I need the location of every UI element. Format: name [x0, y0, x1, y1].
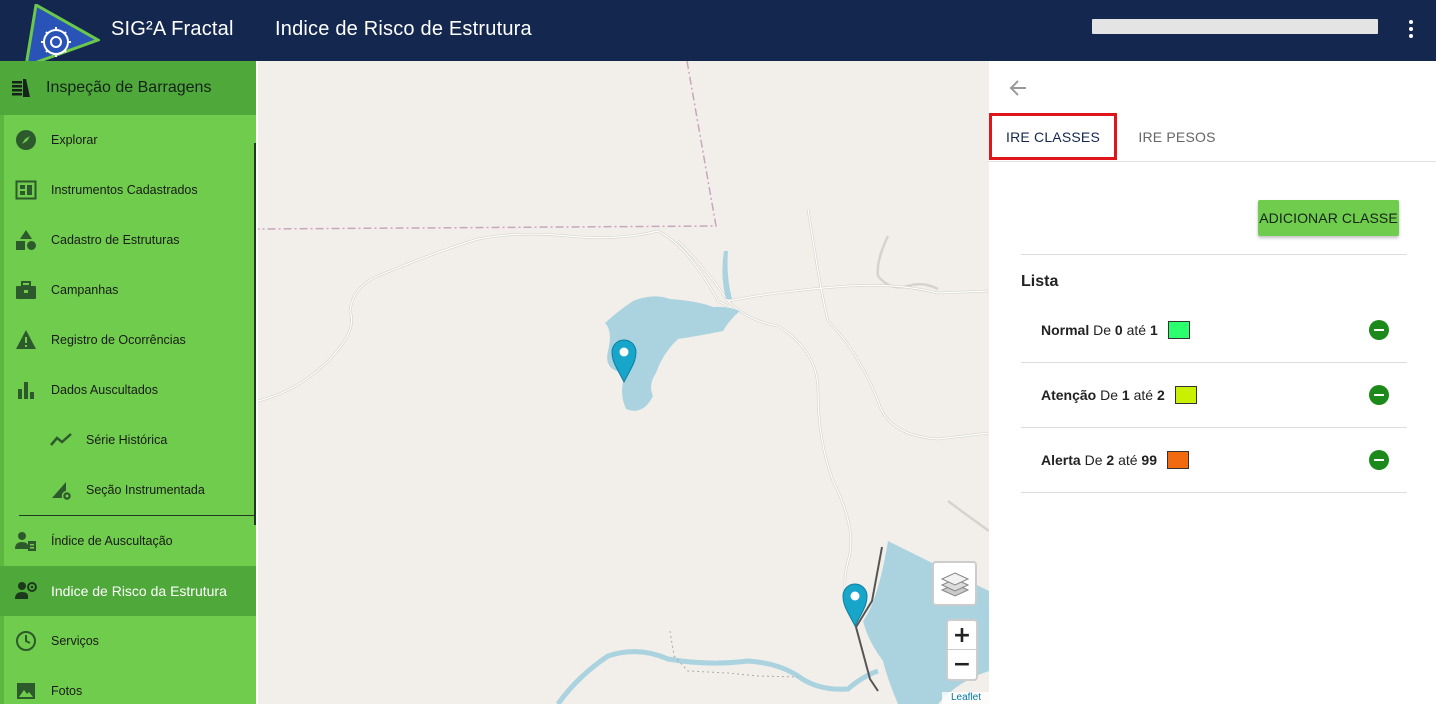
class-color-swatch: [1167, 451, 1189, 469]
sidebar-item-label: Dados Auscultados: [51, 383, 159, 397]
zoom-out-button[interactable]: −: [948, 650, 976, 679]
zoom-control: + −: [946, 619, 978, 681]
map-view[interactable]: + − Leaflet: [258, 61, 989, 704]
dashboard-icon: [15, 179, 37, 201]
class-description: Alerta De 2 até 99: [1041, 451, 1189, 469]
sidebar-item-secao-instrumentada[interactable]: Seção Instrumentada: [0, 465, 256, 515]
sidebar-item-servicos[interactable]: Serviços: [0, 616, 256, 666]
class-description: Normal De 0 até 1: [1041, 321, 1190, 339]
map-canvas: [258, 61, 989, 704]
sidebar-item-indice-risco[interactable]: Indice de Risco da Estrutura: [0, 566, 256, 616]
sidebar-item-label: Índice de Auscultação: [51, 534, 173, 548]
engineer-clipboard-icon: [15, 530, 37, 552]
page-title: Indice de Risco de Estrutura: [275, 18, 532, 40]
class-description: Atenção De 1 até 2: [1041, 386, 1197, 404]
image-icon: [15, 680, 37, 702]
bar-chart-icon: [15, 379, 37, 401]
sidebar-item-label: Registro de Ocorrências: [51, 333, 186, 347]
class-de-text: De: [1100, 387, 1119, 403]
sidebar-section-title: Inspeção de Barragens: [46, 79, 212, 96]
user-info-redacted: [1092, 19, 1378, 34]
sidebar-item-explorar[interactable]: Explorar: [0, 115, 256, 165]
sidebar-item-fotos[interactable]: Fotos: [0, 666, 256, 704]
sidebar-item-campanhas[interactable]: Campanhas: [0, 265, 256, 315]
tab-bar: IRE CLASSES IRE PESOS: [989, 113, 1436, 162]
remove-class-button[interactable]: [1369, 450, 1389, 470]
minus-icon: [1374, 458, 1384, 462]
sidebar: Inspeção de Barragens Explorar Instrumen…: [0, 61, 256, 704]
sidebar-section-header[interactable]: Inspeção de Barragens: [0, 61, 256, 115]
class-ate-text: até: [1126, 322, 1147, 338]
sidebar-item-label: Fotos: [51, 684, 83, 698]
map-marker: [842, 583, 868, 628]
class-ate-text: até: [1133, 387, 1154, 403]
ire-panel: IRE CLASSES IRE PESOS ADICIONAR CLASSE L…: [989, 61, 1436, 704]
layers-button[interactable]: [932, 561, 977, 606]
ruler-gear-icon: [50, 479, 72, 501]
layers-icon: [940, 571, 969, 597]
class-from: 1: [1121, 387, 1130, 403]
divider: [1021, 254, 1407, 255]
trend-line-icon: [50, 429, 72, 451]
class-name: Alerta: [1041, 452, 1081, 468]
sidebar-item-ocorrencias[interactable]: Registro de Ocorrências: [0, 315, 256, 365]
sidebar-item-label: Explorar: [51, 133, 98, 147]
app-title: SIG²A Fractal: [111, 18, 234, 40]
remove-class-button[interactable]: [1369, 385, 1389, 405]
sidebar-item-label: Seção Instrumentada: [86, 483, 205, 497]
sidebar-item-label: Série Histórica: [86, 433, 168, 447]
class-row-atencao: Atenção De 1 até 2: [1021, 363, 1407, 428]
sidebar-item-indice-auscultacao[interactable]: Índice de Auscultação: [0, 516, 256, 566]
sidebar-item-label: Instrumentos Cadastrados: [51, 183, 198, 197]
class-to: 99: [1141, 452, 1157, 468]
tab-ire-pesos[interactable]: IRE PESOS: [1117, 113, 1237, 161]
class-from: 2: [1106, 452, 1115, 468]
sidebar-item-label: Indice de Risco da Estrutura: [51, 583, 227, 599]
class-row-alerta: Alerta De 2 até 99: [1021, 428, 1407, 493]
remove-class-button[interactable]: [1369, 320, 1389, 340]
engineer-settings-icon: [15, 580, 37, 602]
class-from: 0: [1114, 322, 1123, 338]
minus-icon: [1374, 393, 1384, 397]
tab-ire-classes[interactable]: IRE CLASSES: [989, 113, 1117, 160]
dam-icon: [12, 79, 30, 97]
sidebar-item-instrumentos[interactable]: Instrumentos Cadastrados: [0, 165, 256, 215]
sidebar-item-dados-auscultados[interactable]: Dados Auscultados: [0, 365, 256, 415]
class-to: 2: [1156, 387, 1165, 403]
class-ate-text: até: [1118, 452, 1138, 468]
sidebar-item-cadastro-estruturas[interactable]: Cadastro de Estruturas: [0, 215, 256, 265]
class-row-normal: Normal De 0 até 1: [1021, 298, 1407, 363]
class-to: 1: [1149, 322, 1158, 338]
compass-icon: [15, 129, 37, 151]
minus-icon: [1374, 328, 1384, 332]
class-color-swatch: [1167, 321, 1190, 339]
sidebar-item-label: Campanhas: [51, 283, 119, 297]
sidebar-item-label: Serviços: [51, 634, 99, 648]
sidebar-scrollbar[interactable]: [254, 143, 256, 525]
class-de-text: De: [1093, 322, 1112, 338]
leaflet-attribution-link[interactable]: Leaflet: [942, 692, 989, 704]
sidebar-item-label: Cadastro de Estruturas: [51, 233, 180, 247]
sidebar-item-serie-historica[interactable]: Série Histórica: [0, 415, 256, 465]
shapes-icon: [15, 229, 37, 251]
briefcase-icon: [15, 279, 37, 301]
class-name: Atenção: [1041, 387, 1097, 403]
clock-icon: [15, 630, 37, 652]
class-de-text: De: [1084, 452, 1103, 468]
class-color-swatch: [1174, 386, 1197, 404]
back-arrow-icon[interactable]: [1007, 77, 1029, 99]
add-class-button[interactable]: ADICIONAR CLASSE: [1258, 200, 1399, 236]
zoom-in-button[interactable]: +: [948, 621, 976, 650]
top-app-bar: SIG²A Fractal Indice de Risco de Estrutu…: [0, 0, 1436, 68]
warning-icon: [15, 329, 37, 351]
list-title: Lista: [1021, 273, 1059, 290]
app-logo: [24, 4, 100, 68]
kebab-menu-icon[interactable]: [1401, 16, 1421, 42]
class-name: Normal: [1041, 322, 1090, 338]
